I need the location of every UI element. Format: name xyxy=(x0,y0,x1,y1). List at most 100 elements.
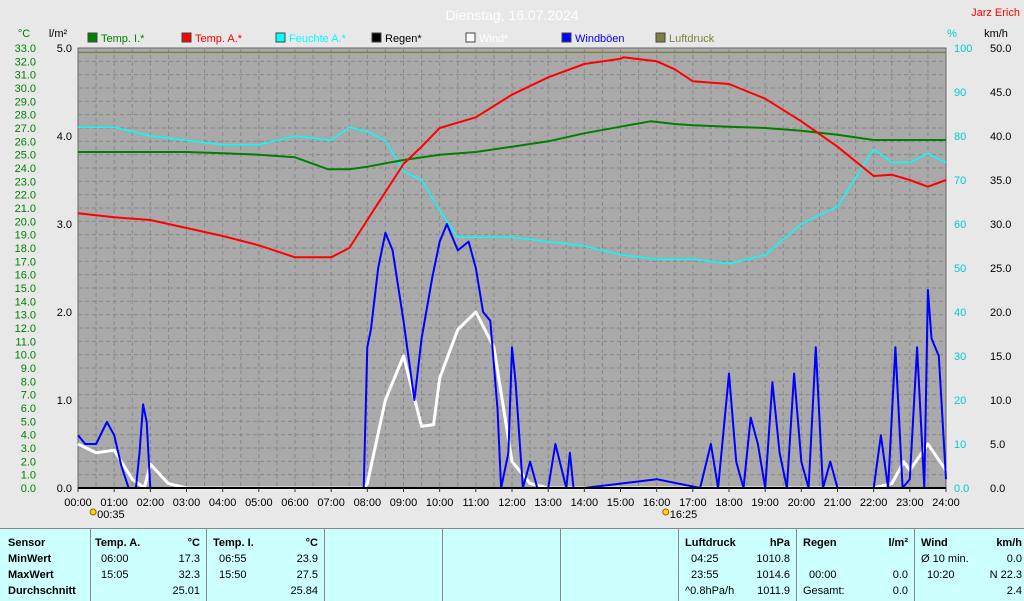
legend-swatch xyxy=(655,32,666,43)
humidity-tick-label: 10 xyxy=(954,439,966,451)
chart-title: Dienstag, 16.07.2024 xyxy=(445,7,578,23)
wind-avg-value: 2.4 xyxy=(1006,585,1022,597)
temp-tick-label: 11.0 xyxy=(15,336,36,348)
legend-swatch xyxy=(465,32,476,43)
time-tick-label: 12:00 xyxy=(498,497,526,509)
regen-total-value: 0.0 xyxy=(892,585,908,597)
wind-tick-label: 0.0 xyxy=(990,483,1005,495)
temp-tick-label: 24.0 xyxy=(15,163,36,175)
time-tick-label: 21:00 xyxy=(824,497,852,509)
wind-tick-label: 25.0 xyxy=(990,263,1011,275)
temp-tick-label: 29.0 xyxy=(15,96,36,108)
humidity-tick-label: 50 xyxy=(954,263,966,275)
temp-tick-label: 6.0 xyxy=(21,403,36,415)
time-tick-label: 02:00 xyxy=(137,497,165,509)
luftdruck-heading: Luftdruck xyxy=(685,537,736,549)
rain-tick-label: 4.0 xyxy=(57,131,72,143)
temp-tick-label: 4.0 xyxy=(21,430,36,442)
temp-i-unit: °C xyxy=(305,537,318,549)
luftdruck-max-time: 23:55 xyxy=(691,569,719,581)
time-tick-label: 00:00 xyxy=(64,497,92,509)
humidity-tick-label: 60 xyxy=(954,219,966,231)
temp-a-min-value: 17.3 xyxy=(178,553,200,565)
luftdruck-min-time: 04:25 xyxy=(691,553,719,565)
temp-tick-label: 20.0 xyxy=(15,216,36,228)
temp-a-max-time: 15:05 xyxy=(101,569,129,581)
luftdruck-avg-value: 1011.9 xyxy=(757,585,790,597)
wind-avg10-label: Ø 10 min. xyxy=(921,553,969,565)
time-tick-label: 04:00 xyxy=(209,497,237,509)
wind-tick-label: 35.0 xyxy=(990,175,1011,187)
temp-i-avg-value: 25.84 xyxy=(290,585,318,597)
time-tick-label: 03:00 xyxy=(173,497,201,509)
temp-tick-label: 12.0 xyxy=(15,323,36,335)
temp-tick-label: 25.0 xyxy=(15,150,36,162)
temp-a-max-value: 32.3 xyxy=(178,569,200,581)
table-empty-col-2 xyxy=(442,529,560,601)
wind-tick-label: 50.0 xyxy=(990,43,1011,55)
rain-tick-label: 0.0 xyxy=(57,483,72,495)
sunrise-icon xyxy=(89,508,97,516)
temp-tick-label: 30.0 xyxy=(15,83,36,95)
sunrise-label: 00:35 xyxy=(97,509,125,521)
row-label-max: MaxWert xyxy=(8,569,54,581)
table-empty-col-3 xyxy=(560,529,678,601)
time-tick-label: 22:00 xyxy=(860,497,888,509)
temp-tick-label: 8.0 xyxy=(21,376,36,388)
rain-tick-label: 2.0 xyxy=(57,307,72,319)
table-section-wind: Wind km/h Ø 10 min. 0.0 10:20 N 22.3 2.4 xyxy=(914,529,1024,601)
legend-label: Regen* xyxy=(385,33,422,45)
row-label-min: MinWert xyxy=(8,553,52,565)
temp-a-heading: Temp. A. xyxy=(95,537,141,549)
humidity-tick-label: 90 xyxy=(954,87,966,99)
regen-total-label: Gesamt: xyxy=(803,585,845,597)
temp-tick-label: 23.0 xyxy=(15,176,36,188)
temp-tick-label: 10.0 xyxy=(15,350,36,362)
regen-max-time: 00:00 xyxy=(809,569,837,581)
temp-tick-label: 9.0 xyxy=(21,363,36,375)
temp-i-min-value: 23.9 xyxy=(296,553,318,565)
humidity-tick-label: 20 xyxy=(954,395,966,407)
legend-swatch xyxy=(561,32,572,43)
temp-a-unit: °C xyxy=(187,537,200,549)
weather-chart: 0.01.02.03.04.05.06.07.08.09.010.011.012… xyxy=(0,0,1024,528)
author-label: Jarz Erich xyxy=(971,7,1020,19)
temp-tick-label: 17.0 xyxy=(15,256,36,268)
wind-tick-label: 5.0 xyxy=(990,439,1005,451)
wind-axis-unit: km/h xyxy=(984,28,1008,40)
wind-max-time: 10:20 xyxy=(927,569,955,581)
time-tick-label: 07:00 xyxy=(317,497,345,509)
temp-i-heading: Temp. I. xyxy=(213,537,254,549)
temp-axis-unit: °C xyxy=(18,28,30,40)
rain-tick-label: 3.0 xyxy=(57,219,72,231)
time-tick-label: 24:00 xyxy=(932,497,960,509)
time-tick-label: 16:00 xyxy=(643,497,671,509)
rain-axis-unit: l/m² xyxy=(49,28,68,40)
time-tick-label: 13:00 xyxy=(534,497,562,509)
temp-a-min-time: 06:00 xyxy=(101,553,129,565)
rain-tick-label: 1.0 xyxy=(57,395,72,407)
luftdruck-trend: ^0.8hPa/h xyxy=(685,585,735,597)
sunset-label: 16:25 xyxy=(670,509,698,521)
humidity-tick-label: 70 xyxy=(954,175,966,187)
wind-tick-label: 10.0 xyxy=(990,395,1011,407)
temp-tick-label: 33.0 xyxy=(15,43,36,55)
wind-tick-label: 15.0 xyxy=(990,351,1011,363)
humidity-tick-label: 80 xyxy=(954,131,966,143)
time-tick-label: 20:00 xyxy=(788,497,816,509)
legend-label: Feuchte A.* xyxy=(289,33,347,45)
temp-tick-label: 15.0 xyxy=(15,283,36,295)
wind-heading: Wind xyxy=(921,537,948,549)
temp-i-max-time: 15:50 xyxy=(219,569,247,581)
sensor-heading: Sensor xyxy=(8,537,46,549)
time-tick-label: 09:00 xyxy=(390,497,418,509)
sunset-icon xyxy=(662,508,670,516)
temp-tick-label: 26.0 xyxy=(15,136,36,148)
humidity-tick-label: 100 xyxy=(954,43,972,55)
temp-tick-label: 19.0 xyxy=(15,230,36,242)
legend-swatch xyxy=(275,32,286,43)
time-tick-label: 23:00 xyxy=(896,497,924,509)
temp-tick-label: 27.0 xyxy=(15,123,36,135)
temp-tick-label: 0.0 xyxy=(21,483,36,495)
temp-tick-label: 31.0 xyxy=(15,70,36,82)
